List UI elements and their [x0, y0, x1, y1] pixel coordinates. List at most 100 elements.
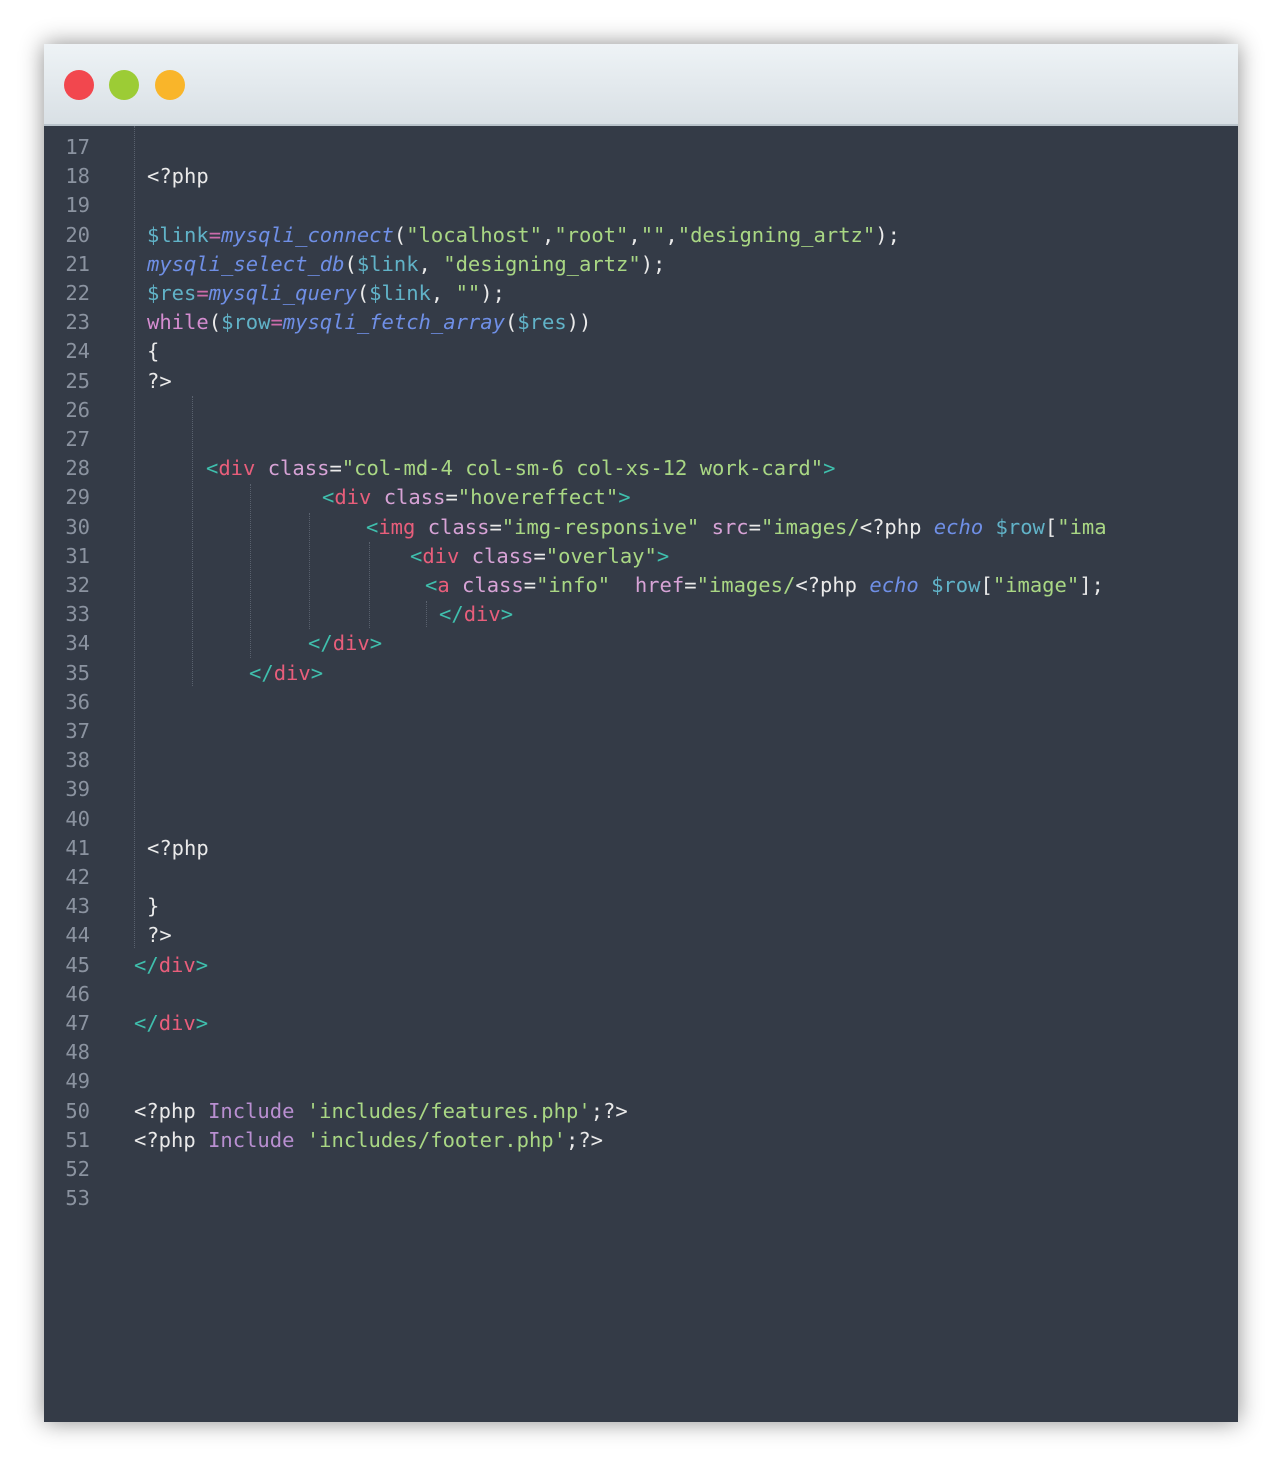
- code-token: echo: [933, 514, 984, 539]
- code-token: div: [158, 952, 196, 977]
- close-button[interactable]: [64, 70, 94, 100]
- code-token: "info": [536, 573, 611, 597]
- code-token: "image": [992, 573, 1080, 597]
- indent-guide: [192, 396, 193, 686]
- code-token: mysqli_query: [208, 281, 357, 305]
- line-number: 44: [65, 923, 90, 948]
- code-token: <?php: [134, 1098, 209, 1123]
- code-token: (: [504, 310, 518, 335]
- code-token: div: [273, 660, 311, 685]
- code-line[interactable]: }: [147, 892, 159, 921]
- line-number: 26: [65, 397, 90, 422]
- code-token: mysqli_connect: [221, 222, 394, 247]
- line-number: 27: [65, 427, 90, 451]
- code-token: >: [195, 1011, 209, 1035]
- code-line[interactable]: mysqli_select_db($link, "designing_artz"…: [147, 250, 665, 279]
- code-token: div: [422, 543, 460, 568]
- code-line[interactable]: <?php Include 'includes/footer.php';?>: [134, 1126, 603, 1155]
- code-line[interactable]: {: [147, 337, 159, 366]
- indent-guide: [250, 484, 251, 658]
- code-line[interactable]: </div>: [134, 951, 208, 980]
- code-line[interactable]: <div class="overlay">: [410, 542, 669, 571]
- line-number: 32: [65, 573, 90, 597]
- code-token: mysqli_select_db: [147, 251, 345, 276]
- code-token: "designing_artz": [443, 251, 641, 276]
- code-token: </: [308, 631, 333, 656]
- code-line[interactable]: <?php: [147, 162, 209, 191]
- code-line[interactable]: <?php Include 'includes/features.php';?>: [134, 1097, 628, 1126]
- code-line[interactable]: </div>: [308, 629, 382, 658]
- code-token: "overlay": [545, 543, 657, 568]
- code-token: href: [634, 573, 685, 597]
- code-token: "col-md-4 col-sm-6 col-xs-12 work-card": [341, 456, 824, 481]
- code-line[interactable]: while($row=mysqli_fetch_array($res)): [147, 308, 591, 337]
- code-token: (: [208, 310, 222, 335]
- line-number: 39: [65, 777, 90, 802]
- code-token: div: [218, 456, 256, 481]
- code-line[interactable]: <img class="img-responsive" src="images/…: [366, 513, 1107, 542]
- code-token: ?>: [147, 368, 172, 393]
- line-number: 47: [65, 1011, 90, 1035]
- line-number: 38: [65, 748, 90, 773]
- code-token: ;: [566, 1127, 579, 1152]
- code-line[interactable]: </div>: [249, 659, 323, 688]
- code-token: mysqli_fetch_array: [282, 310, 505, 335]
- code-line[interactable]: </div>: [134, 1009, 208, 1038]
- code-line[interactable]: </div>: [439, 600, 513, 629]
- code-line[interactable]: ?>: [147, 921, 172, 950]
- code-token: $row: [995, 514, 1045, 539]
- code-token: src: [711, 514, 749, 539]
- line-number: 21: [65, 251, 90, 276]
- line-number: 24: [65, 339, 90, 364]
- code-line[interactable]: <div class="hovereffect">: [322, 483, 631, 512]
- line-number: 37: [65, 719, 90, 743]
- line-number: 34: [65, 631, 90, 656]
- code-line[interactable]: $link=mysqli_connect("localhost","root",…: [147, 221, 900, 250]
- code-token: class: [383, 485, 446, 510]
- code-token: </: [439, 602, 464, 627]
- code-token: ,: [665, 222, 678, 247]
- code-line[interactable]: <?php: [147, 834, 209, 863]
- code-token: img: [378, 514, 416, 539]
- code-line[interactable]: ?>: [147, 367, 172, 396]
- code-token: <: [366, 514, 379, 539]
- code-token: <?php: [859, 514, 934, 539]
- code-token: "hovereffect": [457, 485, 619, 510]
- code-token: =: [329, 456, 342, 481]
- code-line[interactable]: $res=mysqli_query($link, "");: [147, 279, 505, 308]
- code-editor[interactable]: 17 18 19 20 21 22 23 24 25 26 27 28 29 30 31 32 33 34 35 36…: [44, 126, 1238, 1221]
- code-token: =: [270, 310, 283, 335]
- code-token: $link: [369, 281, 431, 305]
- code-token: >: [618, 485, 631, 510]
- code-token: "images/: [760, 514, 860, 539]
- code-token: $link: [147, 222, 209, 247]
- indent-guide: [426, 601, 427, 627]
- code-token: ?>: [147, 923, 172, 948]
- code-line[interactable]: <a class="info" href="images/<?php echo …: [425, 571, 1104, 600]
- minimize-button[interactable]: [109, 70, 139, 100]
- code-token: $row: [221, 310, 271, 335]
- line-number: 18: [65, 164, 90, 189]
- code-token: >: [823, 456, 836, 481]
- code-token: ,: [418, 251, 444, 276]
- line-number: 40: [65, 806, 90, 831]
- code-token: =: [445, 485, 458, 510]
- line-number: 23: [65, 310, 90, 335]
- code-token: Include: [208, 1098, 295, 1123]
- code-token: [: [1044, 514, 1058, 539]
- code-token: =: [489, 514, 502, 539]
- code-token: <?php: [795, 573, 870, 597]
- maximize-button[interactable]: [155, 70, 185, 100]
- code-token: (: [393, 222, 407, 247]
- line-number: 31: [65, 543, 90, 568]
- code-line[interactable]: <div class="col-md-4 col-sm-6 col-xs-12 …: [206, 454, 835, 483]
- code-token: ,: [541, 222, 555, 247]
- code-token: =: [208, 222, 222, 247]
- code-token: a: [437, 573, 450, 597]
